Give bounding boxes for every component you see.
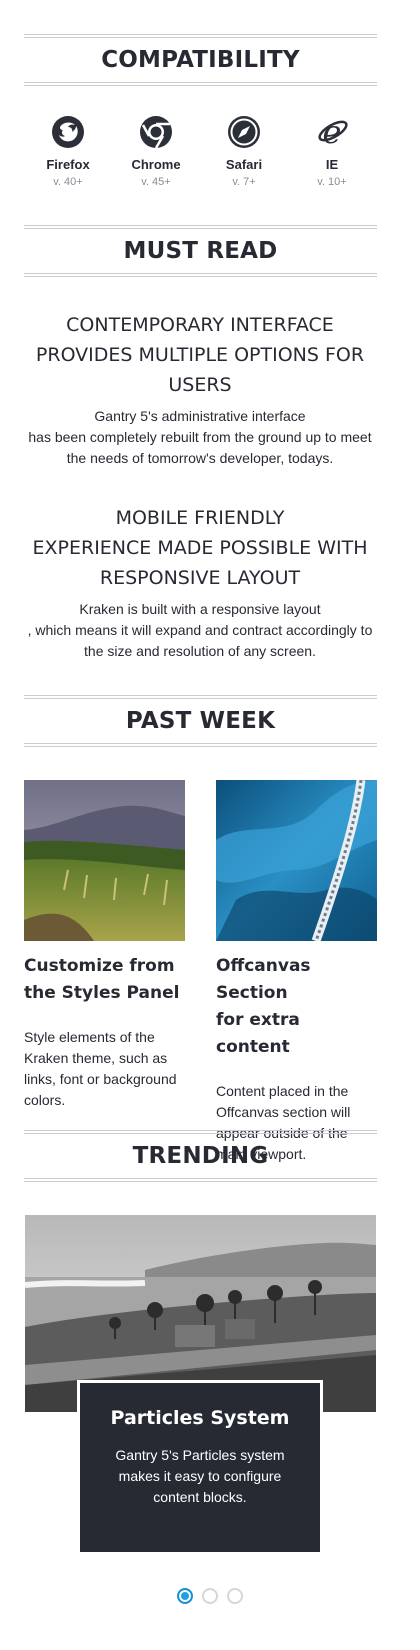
title-line: EXPERIENCE MADE POSSIBLE WITH [32, 537, 368, 559]
ie-icon: e [318, 115, 348, 149]
body-line: Kraken is built with a responsive layout [79, 601, 321, 617]
body-line: , which means it will expand and contrac… [27, 622, 373, 638]
title-line: for extra content [216, 1010, 300, 1057]
article-title[interactable]: MOBILE FRIENDLY EXPERIENCE MADE POSSIBLE… [20, 503, 380, 593]
body-line: has been completely rebuilt from the gro… [28, 429, 372, 445]
divider [24, 82, 377, 86]
body-line: Content placed in the [216, 1083, 349, 1099]
slide-body: Gantry 5's Particles system makes it eas… [98, 1445, 302, 1508]
body-line: the size and resolution of any screen. [84, 643, 316, 659]
svg-text:e: e [323, 115, 342, 149]
card-body: Style elements of the Kraken theme, such… [24, 1027, 185, 1111]
slide-title[interactable]: Particles System [80, 1407, 320, 1429]
body-line: makes it easy to configure [118, 1468, 282, 1484]
water-thumbnail[interactable] [216, 780, 377, 941]
browser-name: Safari [225, 157, 263, 172]
browser-chrome: Chrome v. 45+ [112, 113, 200, 188]
section-header-must-read: MUST READ [24, 225, 377, 277]
section-header-compatibility: COMPATIBILITY [24, 34, 377, 86]
title-line: Customize from [24, 956, 175, 976]
browser-version: v. 40+ [53, 176, 83, 188]
body-line: Offcanvas section will [216, 1104, 351, 1120]
title-line: Offcanvas Section [216, 956, 311, 1003]
title-line: PROVIDES MULTIPLE OPTIONS FOR [35, 344, 365, 366]
divider [24, 1178, 377, 1182]
body-line: Gantry 5's Particles system [115, 1447, 285, 1463]
chrome-icon [140, 116, 172, 149]
body-line: links, font or background [24, 1071, 177, 1087]
browser-version: v. 45+ [141, 176, 171, 188]
section-header-trending: TRENDING [24, 1130, 377, 1182]
browser-firefox: Firefox v. 40+ [24, 113, 112, 188]
browser-compatibility-list: Firefox v. 40+ Chrome v. 45+ Safari v. 7… [24, 113, 377, 188]
article-contemporary-interface: CONTEMPORARY INTERFACE PROVIDES MULTIPLE… [20, 310, 380, 469]
browser-safari: Safari v. 7+ [200, 113, 288, 188]
article-body: Kraken is built with a responsive layout… [20, 599, 380, 662]
body-line: Style elements of the [24, 1029, 155, 1045]
title-line: the Styles Panel [24, 983, 180, 1003]
body-line: content blocks. [153, 1489, 247, 1505]
title-line: RESPONSIVE LAYOUT [99, 567, 301, 589]
body-line: Kraken theme, such as [24, 1050, 168, 1066]
safari-icon [228, 116, 260, 148]
article-title[interactable]: CONTEMPORARY INTERFACE PROVIDES MULTIPLE… [20, 310, 380, 400]
carousel-dot-1[interactable] [177, 1588, 193, 1604]
title-line: USERS [168, 374, 232, 396]
card-title[interactable]: Customize from the Styles Panel [24, 953, 185, 1007]
section-title: MUST READ [123, 238, 278, 264]
title-line: MOBILE FRIENDLY [115, 507, 285, 529]
section-title: PAST WEEK [125, 708, 276, 734]
article-mobile-friendly: MOBILE FRIENDLY EXPERIENCE MADE POSSIBLE… [20, 503, 380, 662]
browser-name: IE [325, 157, 339, 172]
browser-ie: e IE v. 10+ [288, 113, 376, 188]
section-title: TRENDING [132, 1143, 269, 1169]
article-body: Gantry 5's administrative interface has … [20, 406, 380, 469]
past-week-card-styles: Customize from the Styles Panel Style el… [24, 780, 185, 1111]
title-line: CONTEMPORARY INTERFACE [66, 314, 334, 336]
body-line: the needs of tomorrow's developer, today… [66, 450, 334, 466]
carousel-dot-3[interactable] [227, 1588, 243, 1604]
browser-name: Firefox [46, 157, 90, 172]
body-line: colors. [24, 1092, 66, 1108]
divider [24, 273, 377, 277]
divider [24, 743, 377, 747]
past-week-card-offcanvas: Offcanvas Section for extra content Cont… [216, 780, 377, 1165]
browser-name: Chrome [131, 157, 181, 172]
card-title[interactable]: Offcanvas Section for extra content [216, 953, 377, 1061]
section-title: COMPATIBILITY [101, 47, 300, 73]
section-header-past-week: PAST WEEK [24, 695, 377, 747]
carousel-pagination [0, 1588, 420, 1604]
trending-slide-caption: Particles System Gantry 5's Particles sy… [77, 1380, 323, 1552]
landscape-thumbnail[interactable] [24, 780, 185, 941]
carousel-dot-2[interactable] [202, 1588, 218, 1604]
browser-version: v. 7+ [232, 176, 256, 188]
browser-version: v. 10+ [317, 176, 347, 188]
body-line: Gantry 5's administrative interface [94, 408, 306, 424]
firefox-icon [52, 116, 84, 148]
